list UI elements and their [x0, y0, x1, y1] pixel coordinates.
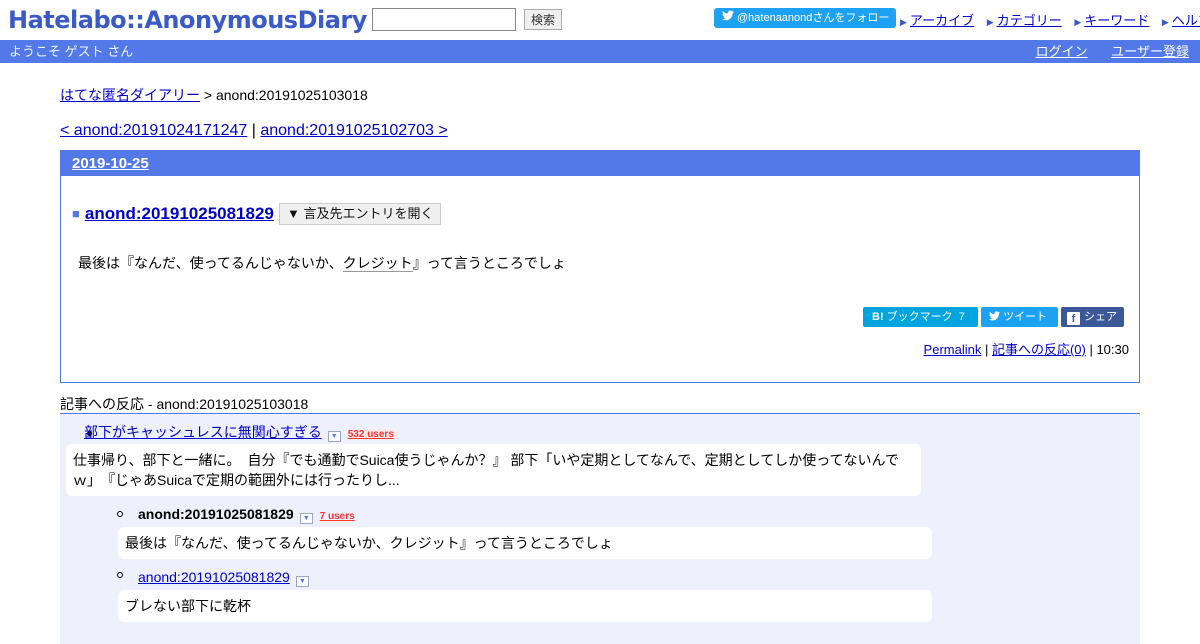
prev-next-nav: < anond:20191024171247 | anond:201910251… — [60, 122, 448, 140]
reaction-title-current: anond:20191025081829 — [138, 506, 294, 522]
hatena-bookmark-button[interactable]: B! ブックマーク 7 — [863, 307, 978, 327]
share-buttons: B! ブックマーク 7 ツイート f シェア — [863, 307, 1124, 327]
nav-keyword[interactable]: ▶ キーワード — [1074, 13, 1149, 28]
breadcrumb-home[interactable]: はてな匿名ダイアリー — [60, 87, 200, 103]
nav-category-link[interactable]: カテゴリー — [997, 13, 1062, 28]
reaction-title: anond:20191025081829 ▼ — [138, 569, 309, 587]
dropdown-arrow-icon[interactable]: ▼ — [295, 576, 309, 587]
meta-separator: | — [981, 342, 992, 357]
search-input[interactable] — [372, 8, 516, 31]
reaction-title-link[interactable]: anond:20191025081829 — [138, 569, 290, 585]
reaction-title: 部下がキャッシュレスに無関心すぎる ▼ 532 users — [84, 422, 395, 442]
nav-archive[interactable]: ▶ アーカイブ — [900, 13, 974, 28]
dropdown-arrow-icon[interactable]: ▼ — [299, 513, 313, 524]
nav-keyword-link[interactable]: キーワード — [1084, 13, 1149, 28]
twitter-bird-icon — [722, 8, 734, 28]
entry-time: 10:30 — [1096, 342, 1129, 357]
site-logo[interactable]: Hatelabo::AnonymousDiary — [8, 4, 367, 36]
breadcrumb: はてな匿名ダイアリー > anond:20191025103018 — [60, 85, 368, 105]
header-nav: ▶アーカイブ ▶カテゴリー ▶キーワード ▶ヘルプ — [900, 10, 1200, 29]
reaction-excerpt: 最後は『なんだ、使ってるんじゃないか、クレジット』って言うところでしょ — [118, 527, 932, 559]
chevron-right-icon: ▶ — [900, 17, 907, 27]
header: Hatelabo::AnonymousDiary 検索 @hatenaanond… — [0, 0, 1200, 40]
reaction-excerpt: ブレない部下に乾杯 — [118, 590, 932, 622]
entry-body-text: 最後は『なんだ、使ってるんじゃないか、 — [78, 255, 343, 271]
bookmark-users-badge[interactable]: 7 users — [319, 511, 356, 522]
breadcrumb-separator: > — [200, 87, 216, 103]
entry-meta: Permalink | 記事への反応(0) | 10:30 — [924, 339, 1129, 358]
bookmark-count: 7 — [958, 311, 965, 323]
tweet-button[interactable]: ツイート — [981, 307, 1058, 327]
dropdown-arrow-icon[interactable]: ▼ — [327, 431, 341, 442]
square-bullet-icon: ■ — [72, 206, 80, 221]
share-label: シェア — [1084, 311, 1117, 323]
twitter-bird-icon — [989, 311, 1000, 323]
keyword-link[interactable]: クレジット — [342, 255, 413, 272]
breadcrumb-current: anond:20191025103018 — [215, 87, 368, 103]
register-link[interactable]: ユーザー登録 — [1111, 44, 1189, 59]
reactions-link[interactable]: 記事への反応(0) — [992, 342, 1086, 357]
login-link[interactable]: ログイン — [1036, 44, 1088, 59]
search-button[interactable]: 検索 — [524, 9, 563, 30]
next-entry-link[interactable]: anond:20191025102703 > — [260, 122, 447, 139]
twitter-follow-button[interactable]: @hatenaanondさんをフォロー — [714, 8, 896, 28]
nav-archive-link[interactable]: アーカイブ — [910, 13, 974, 28]
entry-title-link[interactable]: anond:20191025081829 — [85, 204, 274, 223]
nav-help-link[interactable]: ヘルプ — [1172, 13, 1200, 28]
welcome-text: ようこそ ゲスト さん — [9, 44, 134, 59]
open-referenced-entry-button[interactable]: ▼ 言及先エントリを開く — [279, 203, 442, 225]
list-bullet — [117, 572, 123, 578]
hatena-b-icon: B! — [872, 311, 884, 323]
account-links: ログイン ユーザー登録 — [1016, 40, 1189, 63]
bookmark-label: ブックマーク — [886, 311, 953, 323]
nav-help[interactable]: ▶ヘルプ — [1162, 13, 1200, 28]
reaction-excerpt: 仕事帰り、部下と一緒に。 自分『でも通勤でSuica使うじゃんか？』 部下「いや… — [66, 444, 921, 496]
bookmark-users-badge[interactable]: 532 users — [346, 429, 395, 440]
welcome-bar: ようこそ ゲスト さん ログイン ユーザー登録 — [0, 40, 1200, 63]
reaction-title: anond:20191025081829 ▼ 7 users — [138, 506, 356, 524]
day-section: 2019-10-25 ■ anond:20191025081829 ▼ 言及先エン… — [60, 150, 1140, 383]
prev-entry-link[interactable]: < anond:20191024171247 — [60, 122, 247, 139]
twitter-follow-label: @hatenaanondさんをフォロー — [737, 12, 890, 24]
chevron-right-icon: ▶ — [1074, 17, 1082, 27]
reaction-title-link[interactable]: 部下がキャッシュレスに無関心すぎる — [84, 424, 322, 440]
tweet-label: ツイート — [1003, 311, 1048, 323]
day-date-link[interactable]: 2019-10-25 — [72, 155, 149, 172]
nav-category[interactable]: ▶ カテゴリー — [987, 13, 1062, 28]
list-bullet — [117, 511, 123, 517]
entry-body: 最後は『なんだ、使ってるんじゃないか、クレジット』って言うところでしょ — [78, 253, 566, 273]
reactions-list: 部下がキャッシュレスに無関心すぎる ▼ 532 users 仕事帰り、部下と一緒に。… — [60, 414, 1140, 644]
day-header: 2019-10-25 — [61, 151, 1139, 176]
reactions-heading: 記事への反応 - anond:20191025103018 — [60, 394, 1140, 414]
chevron-right-icon: ▶ — [1161, 17, 1169, 27]
facebook-icon: f — [1067, 312, 1080, 325]
facebook-share-button[interactable]: f シェア — [1061, 307, 1124, 327]
permalink-link[interactable]: Permalink — [924, 342, 982, 357]
entry-title: ■ anond:20191025081829 — [72, 204, 274, 224]
chevron-right-icon: ▶ — [986, 17, 994, 27]
entry-body-text-after: 』って言うところでしょ — [412, 255, 566, 271]
meta-separator: | — [1085, 342, 1097, 357]
prev-next-separator: | — [247, 122, 261, 139]
